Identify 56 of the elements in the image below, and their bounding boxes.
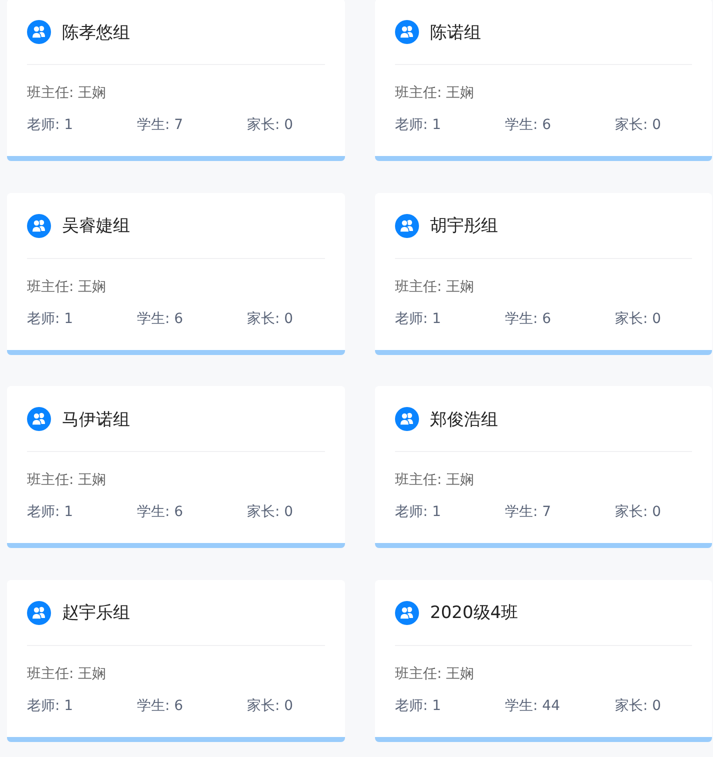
teacher-count: 老师: 1: [395, 310, 442, 328]
student-count: 学生: 6: [505, 116, 552, 135]
group-card[interactable]: 赵宇乐组 班主任: 王娴 老师: 1 学生: 6 家长: 0: [7, 580, 345, 742]
group-name: 2020级4班: [430, 602, 518, 624]
group-icon: [27, 407, 51, 431]
group-card[interactable]: 陈诺组 班主任: 王娴 老师: 1 学生: 6 家长: 0: [375, 0, 712, 161]
group-icon: [395, 600, 419, 624]
group-name: 马伊诺组: [62, 408, 130, 430]
group-card[interactable]: 陈孝悠组 班主任: 王娴 老师: 1 学生: 7 家长: 0: [7, 0, 345, 161]
group-name: 陈诺组: [430, 22, 481, 44]
student-count: 学生: 6: [505, 310, 552, 328]
group-card[interactable]: 2020级4班 班主任: 王娴 老师: 1 学生: 44 家长: 0: [375, 580, 712, 742]
group-card[interactable]: 郑俊浩组 班主任: 王娴 老师: 1 学生: 7 家长: 0: [375, 386, 712, 548]
teacher-count: 老师: 1: [395, 116, 442, 135]
student-count: 学生: 7: [505, 503, 552, 522]
parent-count: 家长: 0: [615, 310, 662, 328]
head-teacher: 班主任: 王娴: [395, 664, 476, 684]
head-teacher: 班主任: 王娴: [27, 278, 108, 296]
group-icon: [395, 20, 419, 44]
student-count: 学生: 6: [137, 503, 184, 522]
parent-count: 家长: 0: [615, 116, 662, 135]
parent-count: 家长: 0: [247, 503, 294, 522]
group-card[interactable]: 胡宇彤组 班主任: 王娴 老师: 1 学生: 6 家长: 0: [375, 192, 712, 354]
student-count: 学生: 6: [137, 696, 184, 716]
head-teacher: 班主任: 王娴: [27, 471, 108, 490]
group-card[interactable]: 吴睿婕组 班主任: 王娴 老师: 1 学生: 6 家长: 0: [7, 192, 345, 354]
head-teacher: 班主任: 王娴: [395, 471, 476, 490]
parent-count: 家长: 0: [615, 696, 662, 716]
student-count: 学生: 7: [137, 116, 184, 135]
head-teacher: 班主任: 王娴: [27, 84, 108, 103]
parent-count: 家长: 0: [247, 696, 294, 716]
teacher-count: 老师: 1: [27, 310, 74, 328]
parent-count: 家长: 0: [247, 310, 294, 328]
group-icon: [27, 20, 51, 44]
head-teacher: 班主任: 王娴: [395, 84, 476, 103]
parent-count: 家长: 0: [247, 116, 294, 135]
teacher-count: 老师: 1: [27, 696, 74, 716]
group-name: 郑俊浩组: [430, 408, 498, 430]
head-teacher: 班主任: 王娴: [27, 664, 108, 684]
group-icon: [395, 407, 419, 431]
group-name: 陈孝悠组: [62, 22, 130, 44]
group-icon: [395, 214, 419, 238]
student-count: 学生: 6: [137, 310, 184, 328]
group-icon: [27, 214, 51, 238]
teacher-count: 老师: 1: [27, 503, 74, 522]
group-icon: [27, 600, 51, 624]
student-count: 学生: 44: [505, 696, 560, 716]
teacher-count: 老师: 1: [27, 116, 74, 135]
group-name: 赵宇乐组: [62, 602, 130, 624]
group-card[interactable]: 马伊诺组 班主任: 王娴 老师: 1 学生: 6 家长: 0: [7, 386, 345, 548]
teacher-count: 老师: 1: [395, 503, 442, 522]
group-name: 吴睿婕组: [62, 215, 130, 237]
teacher-count: 老师: 1: [395, 696, 442, 716]
head-teacher: 班主任: 王娴: [395, 278, 476, 296]
group-name: 胡宇彤组: [430, 215, 498, 237]
parent-count: 家长: 0: [615, 503, 662, 522]
